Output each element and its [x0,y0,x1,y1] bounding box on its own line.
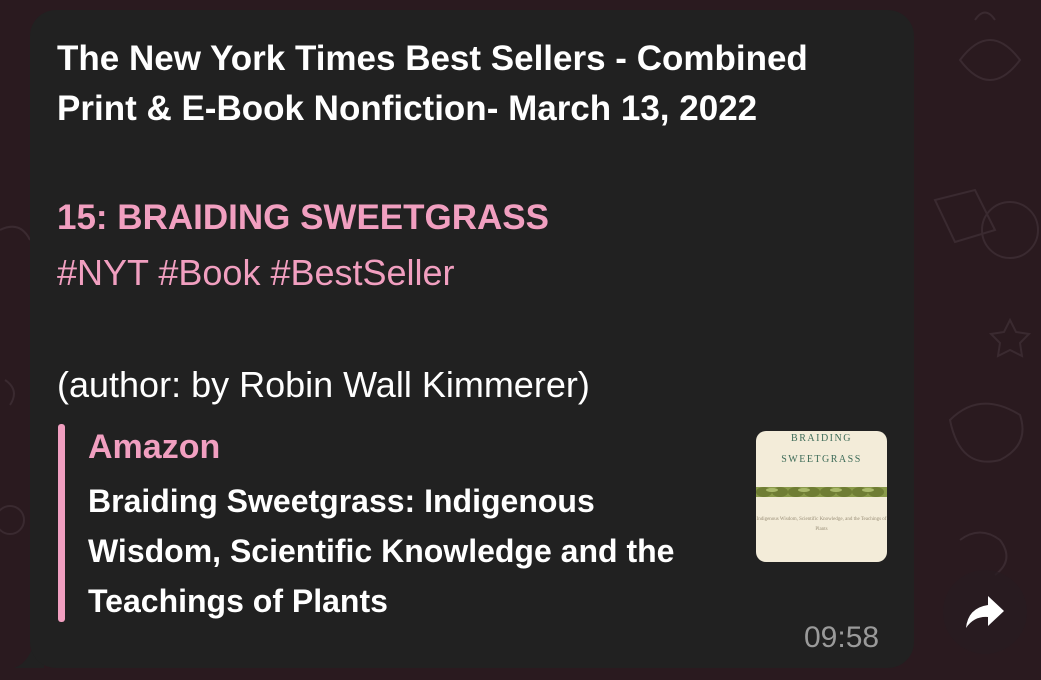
share-button[interactable] [943,570,1027,654]
message-hashtags[interactable]: #NYT #Book #BestSeller [57,248,455,298]
message-rank: 15: BRAIDING SWEETGRASS [57,198,549,237]
thumbnail-book-title-line2: SWEETGRASS [781,454,862,465]
thumbnail-book-subtitle: Indigenous Wisdom, Scientific Knowledge,… [756,517,887,532]
thumbnail-braid-image [756,487,887,497]
message-timestamp: 09:58 [804,621,880,654]
share-arrow-icon [966,596,1004,628]
link-preview-description[interactable]: Braiding Sweetgrass: Indigenous Wisdom, … [88,476,728,626]
message-author: (author: by Robin Wall Kimmerer) [57,364,590,405]
link-preview-site[interactable]: Amazon [88,424,220,470]
thumbnail-book-title-line1: BRAIDING [791,433,852,444]
link-preview-accent-bar [58,424,65,622]
link-preview-thumbnail[interactable]: BRAIDING SWEETGRASS Indigenous Wisdom, S… [756,431,887,562]
message-title: The New York Times Best Sellers - Combin… [57,39,808,128]
